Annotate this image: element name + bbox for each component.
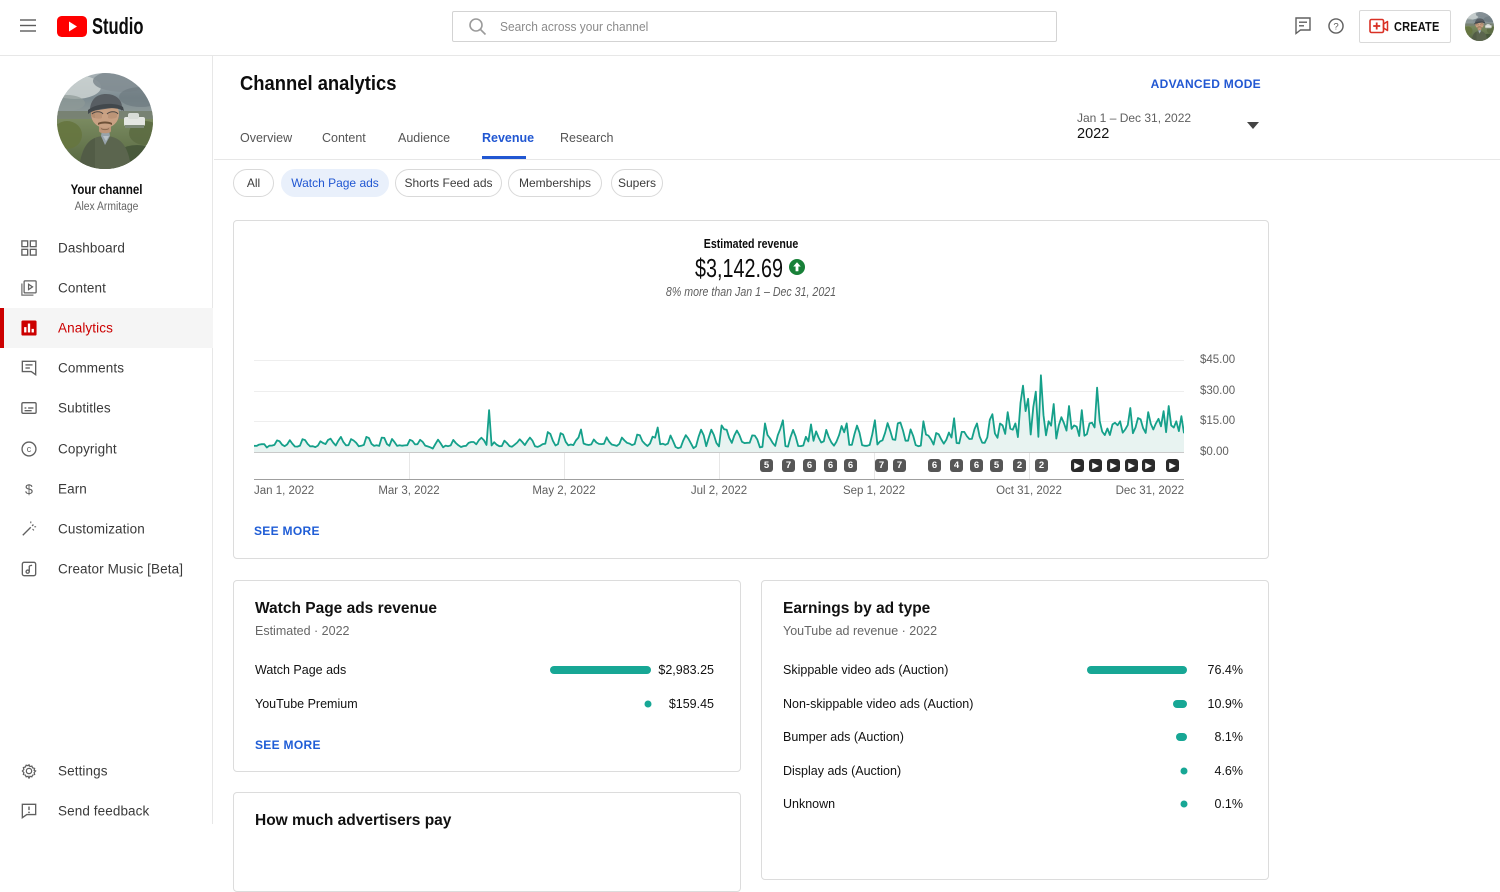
svg-text:?: ? [1333,22,1338,33]
svg-text:c: c [27,444,32,454]
svg-text:$: $ [25,482,33,497]
